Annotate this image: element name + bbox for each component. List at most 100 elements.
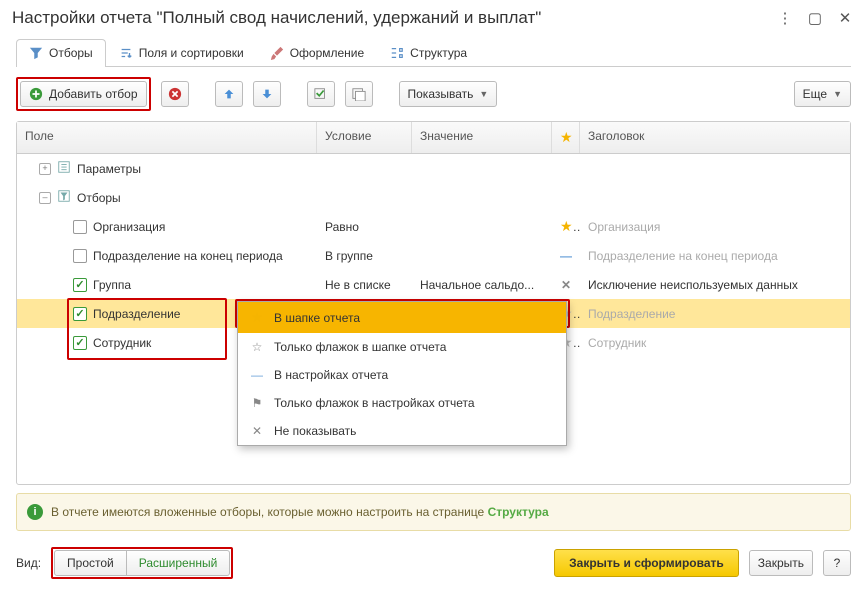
tree-node-filters[interactable]: – Отборы	[17, 183, 850, 212]
info-link[interactable]: Структура	[488, 505, 549, 519]
filter-row[interactable]: Группа Не в списке Начальное сальдо... ✕…	[17, 270, 850, 299]
move-down-button[interactable]	[253, 81, 281, 107]
row-value[interactable]: Начальное сальдо...	[412, 278, 552, 292]
check-all-button[interactable]	[307, 81, 335, 107]
dropdown-item[interactable]: ✕ Не показывать	[238, 417, 566, 445]
close-icon[interactable]: ✕	[835, 9, 855, 27]
col-star-header[interactable]: ★	[552, 122, 580, 153]
button-label: Показывать	[408, 87, 474, 101]
arrow-down-icon	[260, 87, 274, 101]
window-title: Настройки отчета "Полный свод начислений…	[12, 8, 765, 28]
node-label: Отборы	[77, 191, 121, 205]
dropdown-label: В настройках отчета	[274, 368, 388, 382]
dropdown-item[interactable]: — В настройках отчета	[238, 361, 566, 389]
dropdown-label: Не показывать	[274, 424, 356, 438]
row-checkbox[interactable]	[73, 307, 87, 321]
tab-format[interactable]: Оформление	[257, 39, 377, 67]
dropdown-item[interactable]: ⚑ Только флажок в настройках отчета	[238, 389, 566, 417]
brush-icon	[270, 46, 284, 60]
row-label: Организация	[93, 220, 165, 234]
row-condition[interactable]: В группе	[317, 249, 412, 263]
info-icon: i	[27, 504, 43, 520]
arrow-up-icon	[222, 87, 236, 101]
tab-label: Отборы	[49, 46, 93, 60]
maximize-icon[interactable]: ▢	[805, 9, 825, 27]
row-title[interactable]: Подразделение	[580, 307, 850, 321]
flag-icon: ⚑	[250, 396, 264, 410]
help-button[interactable]: ?	[823, 550, 851, 576]
check-all-icon	[314, 87, 328, 101]
row-checkbox[interactable]	[73, 220, 87, 234]
tab-label: Поля и сортировки	[139, 46, 244, 60]
info-bar: i В отчете имеются вложенные отборы, кот…	[16, 493, 851, 531]
dropdown-label: Только флажок в шапке отчета	[274, 340, 446, 354]
row-star[interactable]: ★	[552, 218, 580, 235]
filter-row[interactable]: Подразделение на конец периода В группе …	[17, 241, 850, 270]
dropdown-item[interactable]: ☆ Только флажок в шапке отчета	[238, 333, 566, 361]
node-label: Параметры	[77, 162, 141, 176]
delete-button[interactable]	[161, 81, 189, 107]
uncheck-all-button[interactable]	[345, 81, 373, 107]
tab-sort[interactable]: Поля и сортировки	[106, 39, 257, 67]
dropdown-item[interactable]: ★ В шапке отчета	[238, 302, 566, 333]
structure-icon	[390, 46, 404, 60]
params-icon	[57, 160, 71, 177]
tab-filters[interactable]: Отборы	[16, 39, 106, 67]
view-label: Вид:	[16, 556, 41, 570]
star-icon: ★	[250, 309, 264, 326]
button-label: Еще	[803, 87, 827, 101]
view-mode-toggle[interactable]: Простой Расширенный	[51, 547, 233, 579]
filters-icon	[57, 189, 71, 206]
view-advanced-button[interactable]: Расширенный	[127, 550, 231, 576]
kebab-icon[interactable]: ⋮	[775, 9, 795, 27]
row-condition[interactable]: Не в списке	[317, 278, 412, 292]
sort-icon	[119, 46, 133, 60]
chevron-down-icon: ▼	[833, 89, 842, 99]
col-condition-header[interactable]: Условие	[317, 122, 412, 153]
tab-label: Структура	[410, 46, 467, 60]
row-label: Подразделение на конец периода	[93, 249, 283, 263]
close-and-generate-button[interactable]: Закрыть и сформировать	[554, 549, 739, 577]
info-text: В отчете имеются вложенные отборы, котор…	[51, 505, 488, 519]
x-circle-icon	[168, 87, 182, 101]
dropdown-label: Только флажок в настройках отчета	[274, 396, 475, 410]
tab-label: Оформление	[290, 46, 364, 60]
row-checkbox[interactable]	[73, 249, 87, 263]
funnel-icon	[29, 46, 43, 60]
dash-icon: —	[250, 368, 264, 382]
row-star[interactable]: —	[552, 249, 580, 263]
row-label: Сотрудник	[93, 336, 151, 350]
row-title[interactable]: Сотрудник	[580, 336, 850, 350]
close-button[interactable]: Закрыть	[749, 550, 813, 576]
col-field-header[interactable]: Поле	[17, 122, 317, 153]
tab-structure[interactable]: Структура	[377, 39, 480, 67]
row-title[interactable]: Подразделение на конец периода	[580, 249, 850, 263]
x-icon: ✕	[250, 424, 264, 438]
more-button[interactable]: Еще ▼	[794, 81, 851, 107]
row-condition[interactable]: Равно	[317, 220, 412, 234]
col-value-header[interactable]: Значение	[412, 122, 552, 153]
view-simple-button[interactable]: Простой	[54, 550, 127, 576]
row-label: Подразделение	[93, 307, 180, 321]
col-title-header[interactable]: Заголовок	[580, 122, 850, 153]
collapse-icon[interactable]: –	[39, 192, 51, 204]
grid-body[interactable]: + Параметры – Отборы Организация Равно ★	[17, 154, 850, 484]
row-label: Группа	[93, 278, 131, 292]
show-mode-dropdown[interactable]: ★ В шапке отчета ☆ Только флажок в шапке…	[237, 301, 567, 446]
button-label: Добавить отбор	[49, 87, 138, 101]
flag-icon: ☆	[250, 340, 264, 354]
row-title[interactable]: Исключение неиспользуемых данных	[580, 278, 850, 292]
add-filter-button[interactable]: Добавить отбор	[20, 81, 147, 107]
row-star[interactable]: ✕	[552, 278, 580, 292]
filter-row[interactable]: Организация Равно ★ Организация	[17, 212, 850, 241]
row-checkbox[interactable]	[73, 336, 87, 350]
uncheck-all-icon	[352, 87, 366, 101]
row-title[interactable]: Организация	[580, 220, 850, 234]
row-checkbox[interactable]	[73, 278, 87, 292]
show-mode-button[interactable]: Показывать ▼	[399, 81, 498, 107]
move-up-button[interactable]	[215, 81, 243, 107]
expand-icon[interactable]: +	[39, 163, 51, 175]
chevron-down-icon: ▼	[479, 89, 488, 99]
dropdown-label: В шапке отчета	[274, 311, 360, 325]
tree-node-parameters[interactable]: + Параметры	[17, 154, 850, 183]
